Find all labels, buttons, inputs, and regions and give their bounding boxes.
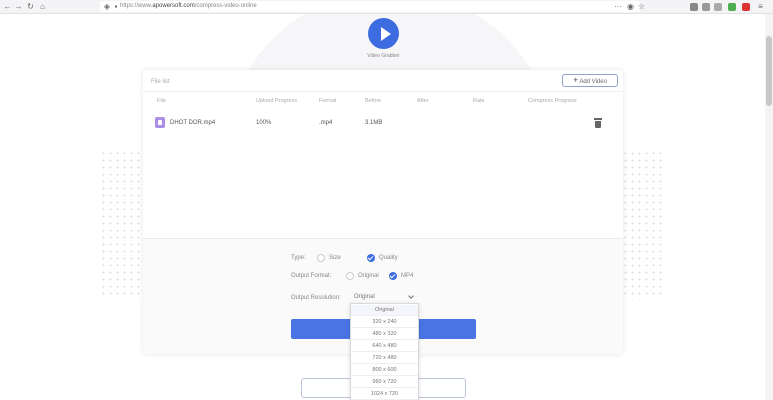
trash-can [595, 121, 601, 128]
upload-progress-value: 100% [256, 120, 272, 126]
menu-icon[interactable]: ≡ [756, 2, 765, 11]
dropdown-option[interactable]: 320 x 240 [351, 317, 418, 328]
output-format-label: Output Format: [291, 273, 332, 279]
column-header-file: File [157, 98, 166, 104]
type-label: Type: [291, 255, 306, 261]
shield-icon[interactable]: ◈ [103, 2, 111, 11]
format-mp4-label: MP4 [401, 273, 414, 279]
dropdown-option[interactable]: 640 x 480 [351, 341, 418, 352]
red-extension-icon[interactable] [742, 3, 750, 11]
file-list-label: File list [151, 79, 170, 85]
header-divider [143, 91, 623, 92]
resolution-select[interactable]: Original [352, 292, 418, 303]
trash-icon[interactable] [594, 118, 602, 128]
column-header-after: After [417, 98, 429, 104]
reload-icon[interactable]: ↻ [26, 2, 35, 11]
column-header-format: Format [319, 98, 337, 104]
format-original-label: Original [358, 273, 379, 279]
format-mp4-radio[interactable] [389, 272, 397, 280]
background-dots-right [622, 150, 667, 300]
resolution-dropdown: Original 320 x 240 480 x 320 640 x 480 7… [350, 303, 419, 400]
add-video-button[interactable]: +Add Video [562, 74, 618, 87]
video-file-icon [155, 117, 165, 128]
logo-text: Video Grabber [367, 53, 400, 59]
type-quality-label: Quality [379, 255, 398, 261]
green-extension-icon[interactable] [728, 3, 736, 11]
trash-lid [594, 118, 602, 120]
dropdown-option[interactable]: 800 x 600 [351, 365, 418, 376]
home-icon[interactable]: ⌂ [38, 2, 47, 11]
column-header-before: Before [365, 98, 382, 104]
forward-icon[interactable]: → [14, 2, 23, 11]
library-icon[interactable] [690, 3, 698, 11]
page-actions-icon[interactable]: ··· [612, 2, 624, 11]
back-icon[interactable]: ← [3, 2, 12, 11]
dropdown-option[interactable]: 1024 x 720 [351, 389, 418, 400]
url-text[interactable]: https://www.apowersoft.com/compress-vide… [120, 2, 257, 11]
before-size-value: 3.1MB [365, 120, 383, 126]
play-triangle-icon [381, 27, 391, 41]
page-scrollbar-thumb[interactable] [766, 36, 772, 106]
format-original-radio[interactable] [346, 272, 354, 280]
column-header-rate: Rate [473, 98, 485, 104]
dropdown-option[interactable]: 960 x 720 [351, 377, 418, 388]
dropdown-option[interactable]: 480 x 320 [351, 329, 418, 340]
bookmark-star-icon[interactable]: ☆ [637, 2, 646, 11]
extension-icon[interactable] [714, 3, 722, 11]
dropdown-option[interactable]: 720 x 480 [351, 353, 418, 364]
sidebar-icon[interactable] [702, 3, 710, 11]
lock-icon: ▪ [114, 2, 118, 11]
type-quality-radio[interactable] [367, 254, 375, 262]
add-video-label: Add Video [579, 79, 607, 85]
output-resolution-label: Output Resolution: [291, 295, 341, 301]
type-size-label: Size [329, 255, 341, 261]
format-value: .mp4 [319, 120, 333, 126]
dropdown-option[interactable]: Original [351, 305, 418, 316]
browser-toolbar: ← → ↻ ⌂ ◈ ▪ https://www.apowersoft.com/c… [0, 0, 773, 14]
column-header-compress-progress: Compress Progress [528, 98, 577, 104]
pocket-icon[interactable]: ◉ [626, 2, 635, 11]
column-header-upload-progress: Upload Progress [256, 98, 297, 104]
file-name: DHOT DOR.mp4 [170, 120, 216, 126]
type-size-radio[interactable] [317, 254, 325, 262]
plus-icon: + [573, 75, 579, 85]
